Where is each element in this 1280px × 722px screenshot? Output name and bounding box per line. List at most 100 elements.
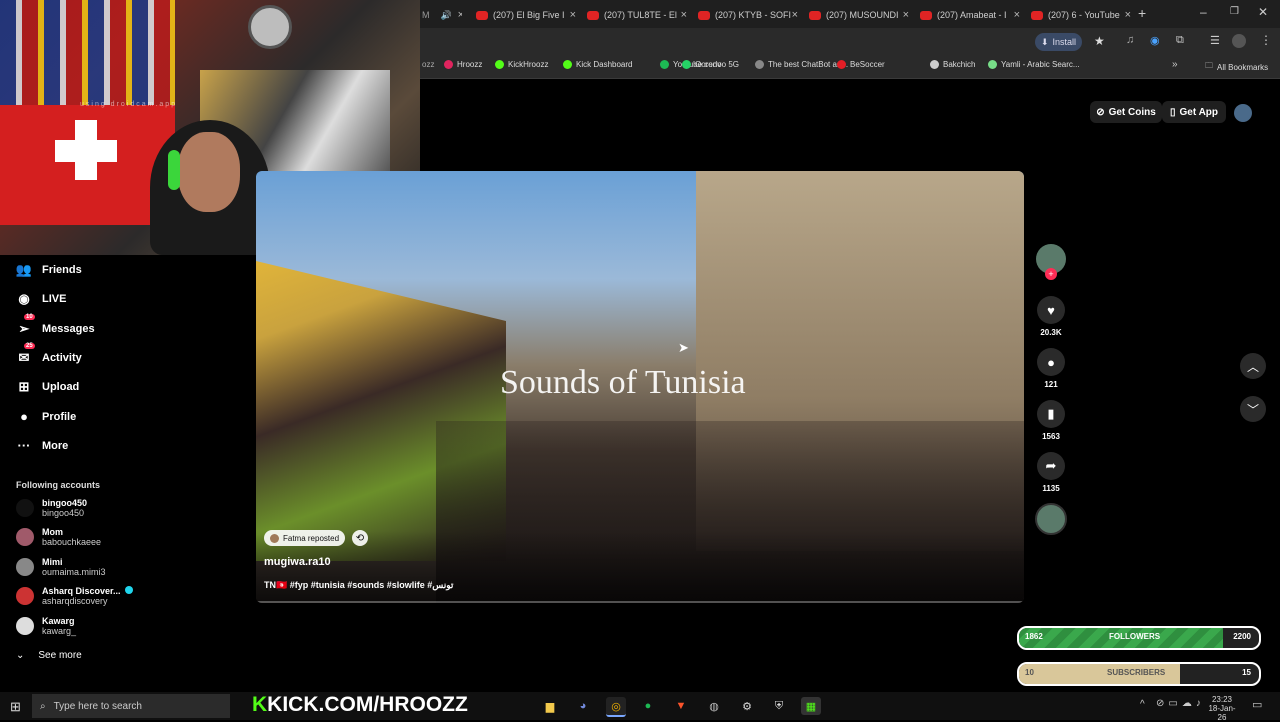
brave-icon[interactable]: ▼ bbox=[671, 697, 691, 715]
scarves-decoration bbox=[0, 0, 175, 110]
browser-tab[interactable]: (207) TUL8TE - El × bbox=[587, 4, 687, 26]
browser-tab[interactable]: (207) MUSOUNDI × bbox=[809, 4, 909, 26]
browser-tab[interactable]: (207) El Big Five I × bbox=[476, 4, 576, 26]
like-button[interactable]: ♥ 20.3K bbox=[1036, 296, 1066, 337]
save-button[interactable]: ▮ 1563 bbox=[1036, 400, 1066, 441]
profile-avatar[interactable] bbox=[1232, 34, 1246, 48]
following-account[interactable]: Kawarg kawarg_ bbox=[16, 616, 76, 636]
video-progress[interactable] bbox=[256, 601, 1024, 603]
avatar bbox=[16, 499, 34, 517]
close-window-button[interactable]: ✕ bbox=[1258, 5, 1268, 19]
browser-tab[interactable]: (207) Amabeat - I × bbox=[920, 4, 1020, 26]
bookmark-item[interactable]: KickHroozz bbox=[495, 60, 548, 69]
reading-list-icon[interactable]: ☰ bbox=[1210, 34, 1220, 47]
spotify-icon[interactable]: ● bbox=[638, 697, 658, 715]
subscribers-goal-bar: 10 SUBSCRIBERS 15 bbox=[1017, 662, 1261, 686]
sidebar-item-more[interactable]: ··· More bbox=[16, 438, 69, 454]
restore-button[interactable]: ❐ bbox=[1230, 6, 1239, 17]
close-tab-icon[interactable]: × bbox=[903, 9, 909, 21]
bookmark-favicon-icon bbox=[563, 60, 572, 69]
close-tab-icon[interactable]: × bbox=[792, 9, 798, 21]
bookmark-favicon-icon bbox=[682, 60, 691, 69]
follow-plus-icon[interactable]: + bbox=[1045, 268, 1057, 280]
sidebar-item-upload[interactable]: ⊞ Upload bbox=[16, 379, 80, 395]
security-shield-icon[interactable]: ⛨ bbox=[769, 697, 789, 715]
file-explorer-icon[interactable]: ▆ bbox=[540, 697, 560, 715]
profile-icon: ● bbox=[20, 409, 28, 424]
video-author[interactable]: mugiwa.ra10 bbox=[264, 556, 331, 568]
tray-icons[interactable]: ⊘▭☁♪ bbox=[1156, 698, 1205, 709]
tray-chevron-icon[interactable]: ^ bbox=[1140, 699, 1145, 710]
extensions-puzzle-icon[interactable]: ⧉ bbox=[1176, 34, 1184, 47]
bookmark-star-icon[interactable]: ★ bbox=[1094, 34, 1105, 48]
sidebar-item-activity[interactable]: ✉ 25 Activity bbox=[16, 342, 82, 366]
chrome-icon[interactable]: ◎ bbox=[606, 697, 626, 717]
close-tab-icon[interactable]: × bbox=[1125, 9, 1131, 21]
bookmark-item[interactable]: BeSoccer bbox=[837, 60, 885, 69]
following-account[interactable]: Mimi oumaima.mimi3 bbox=[16, 557, 106, 577]
notification-badge: 10 bbox=[24, 313, 35, 320]
close-tab-icon[interactable]: × bbox=[1014, 9, 1020, 21]
sidebar-item-friends[interactable]: 👥 Friends bbox=[16, 262, 82, 278]
minimize-button[interactable]: – bbox=[1200, 5, 1207, 19]
discord-icon[interactable]: ◕ bbox=[573, 697, 593, 715]
video-player[interactable]: Sounds of Tunisia Fatma reposted ⟲ mugiw… bbox=[256, 171, 1024, 603]
menu-kebab-icon[interactable]: ⋮ bbox=[1260, 33, 1272, 47]
extension-icon[interactable]: ◉ bbox=[1150, 34, 1160, 47]
bookmark-cut-off[interactable]: ozz bbox=[422, 60, 434, 69]
windows-taskbar: ⊞ ⌕ Type here to search KKICK.COM/HROOZZ … bbox=[0, 692, 1280, 722]
avatar bbox=[16, 616, 34, 635]
taskbar-search-box[interactable]: ⌕ Type here to search bbox=[32, 694, 230, 718]
sidebar-item-live[interactable]: ◉ LIVE bbox=[16, 291, 66, 307]
repost-pill[interactable]: Fatma reposted bbox=[264, 530, 346, 546]
phone-icon: ▯ bbox=[1169, 106, 1176, 118]
youtube-icon bbox=[698, 10, 710, 20]
media-icon[interactable]: ♫ bbox=[1126, 34, 1134, 46]
app-green-icon[interactable]: ▦ bbox=[801, 697, 821, 715]
install-button[interactable]: ⬇ Install bbox=[1035, 33, 1083, 51]
creator-avatar[interactable]: + bbox=[1036, 244, 1066, 280]
following-account[interactable]: bingoo450 bingoo450 bbox=[16, 498, 87, 518]
sidebar-item-messages[interactable]: ➢ 10 Messages bbox=[16, 313, 95, 337]
reposter-avatar bbox=[270, 533, 279, 543]
bookmark-item[interactable]: Hroozz bbox=[444, 60, 482, 69]
user-avatar[interactable] bbox=[1234, 104, 1252, 122]
browser-tab[interactable]: (207) KTYB - SOFI × bbox=[698, 4, 798, 26]
all-bookmarks-button[interactable]: 🗀 All Bookmarks bbox=[1205, 60, 1268, 74]
sound-avatar[interactable] bbox=[1035, 503, 1067, 535]
comment-button[interactable]: ● 121 bbox=[1036, 348, 1066, 389]
tab-current[interactable]: M 🔊 × bbox=[422, 4, 462, 26]
sidebar-item-profile[interactable]: ● Profile bbox=[16, 409, 76, 425]
windows-start-icon[interactable]: ⊞ bbox=[10, 699, 21, 715]
following-account[interactable]: Asharq Discover... asharqdiscovery bbox=[16, 586, 133, 606]
close-tab-icon[interactable]: × bbox=[681, 9, 687, 21]
bookmark-favicon-icon bbox=[837, 60, 846, 69]
new-tab-button[interactable]: + bbox=[1138, 5, 1146, 21]
bookmark-item[interactable]: Kick Dashboard bbox=[563, 60, 632, 69]
youtube-icon bbox=[476, 10, 488, 20]
get-coins-button[interactable]: ⊘ Get Coins bbox=[1090, 101, 1162, 123]
following-account[interactable]: Mom babouchkaeee bbox=[16, 527, 101, 547]
browser-tab[interactable]: (207) 6 - YouTube × bbox=[1031, 4, 1131, 26]
bookmark-item[interactable]: The best ChatBot an... bbox=[755, 60, 848, 69]
get-app-button[interactable]: ▯ Get App bbox=[1162, 101, 1226, 123]
bookmarks-overflow-icon[interactable]: » bbox=[1172, 59, 1178, 70]
wall-clock bbox=[248, 5, 292, 49]
bookmark-item[interactable]: Ooredoo 5G bbox=[682, 60, 739, 69]
next-video-button[interactable]: ﹀ bbox=[1240, 396, 1266, 422]
repost-icon[interactable]: ⟲ bbox=[352, 530, 368, 546]
heart-icon: ♥ bbox=[1037, 296, 1065, 324]
clock[interactable]: 23:23 18-Jan-26 bbox=[1204, 695, 1240, 722]
see-more-button[interactable]: ⌄ See more bbox=[16, 650, 82, 661]
activity-icon: ✉ 25 bbox=[18, 342, 35, 365]
close-tab-icon[interactable]: × bbox=[570, 9, 576, 21]
share-button[interactable]: ➦ 1135 bbox=[1036, 452, 1066, 493]
webcam-watermark: using droidcam.app bbox=[80, 101, 178, 108]
bookmark-item[interactable]: Yamli - Arabic Searc... bbox=[988, 60, 1080, 69]
settings-gear-icon[interactable]: ⚙ bbox=[737, 697, 757, 715]
notifications-icon[interactable]: ▭ bbox=[1252, 698, 1262, 711]
bookmark-item[interactable]: Bakchich bbox=[930, 60, 975, 69]
previous-video-button[interactable]: ︿ bbox=[1240, 353, 1266, 379]
streamer bbox=[150, 120, 270, 255]
obs-icon[interactable]: ◍ bbox=[704, 697, 724, 715]
